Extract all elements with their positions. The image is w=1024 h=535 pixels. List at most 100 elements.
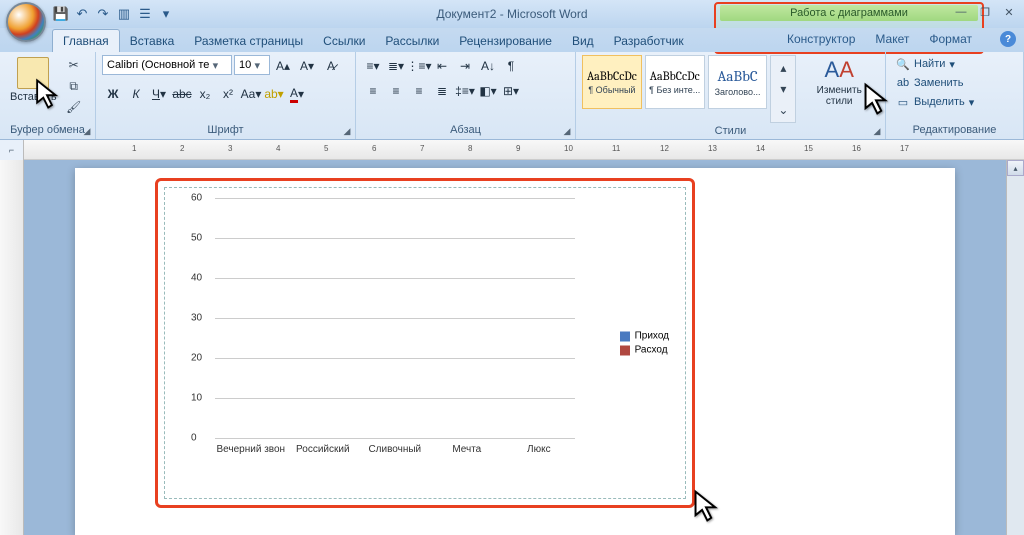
scroll-up-icon[interactable]: ▴	[1007, 160, 1024, 176]
font-name-combo[interactable]: Calibri (Основной те▾	[102, 55, 232, 75]
paste-label: Вставить	[10, 91, 57, 103]
restore-button[interactable]: ❐	[976, 4, 994, 20]
change-styles-button[interactable]: AA Изменить стили	[799, 55, 879, 109]
cursor-icon	[692, 489, 712, 515]
superscript-icon[interactable]: x²	[217, 83, 239, 105]
copy-icon[interactable]: ⧉	[64, 76, 84, 96]
dialog-launcher-icon[interactable]: ◢	[871, 125, 883, 137]
highlight-icon[interactable]: ab▾	[263, 83, 285, 105]
horizontal-ruler[interactable]: ⌐ 1234567891011121314151617	[0, 140, 1024, 160]
chevron-down-icon: ▾	[251, 59, 263, 72]
shrink-font-icon[interactable]: A▾	[296, 55, 318, 77]
style-nospacing[interactable]: AaBbCcDc ¶ Без инте...	[645, 55, 705, 109]
sort-icon[interactable]: A↓	[477, 55, 499, 77]
tab-view[interactable]: Вид	[562, 30, 604, 52]
bullets-icon[interactable]: ≡▾	[362, 55, 384, 77]
chart-object[interactable]: 0102030405060Вечерний звонРоссийскийСлив…	[164, 187, 686, 499]
multilevel-list-icon[interactable]: ⋮≡▾	[408, 55, 430, 77]
clear-formatting-icon[interactable]: A̷	[320, 55, 342, 77]
tab-review[interactable]: Рецензирование	[449, 30, 562, 52]
styles-row-down-icon[interactable]: ▾	[773, 79, 793, 99]
chart-selection-frame: 0102030405060Вечерний звонРоссийскийСлив…	[155, 178, 695, 508]
group-font: Calibri (Основной те▾ 10▾ A▴ A▾ A̷ Ж К Ч…	[96, 52, 356, 139]
styles-row-up-icon[interactable]: ▴	[773, 58, 793, 78]
vertical-ruler[interactable]	[0, 160, 24, 535]
tab-references[interactable]: Ссылки	[313, 30, 375, 52]
paste-button[interactable]: Вставить	[6, 55, 61, 105]
tab-developer[interactable]: Разработчик	[604, 30, 694, 52]
redo-icon[interactable]: ↷	[94, 5, 112, 23]
style-heading1[interactable]: AaBbC Заголово...	[708, 55, 768, 109]
page-viewport[interactable]: 0102030405060Вечерний звонРоссийскийСлив…	[24, 160, 1006, 535]
help-button[interactable]: ?	[1000, 31, 1016, 47]
paste-icon	[17, 57, 49, 89]
cut-icon[interactable]: ✂	[64, 55, 84, 75]
select-button[interactable]: ▭Выделить▾	[892, 93, 978, 111]
tab-pagelayout[interactable]: Разметка страницы	[184, 30, 313, 52]
qat-dropdown-icon[interactable]: ▾	[157, 5, 175, 23]
tab-chart-design[interactable]: Конструктор	[777, 28, 865, 50]
close-button[interactable]: ✕	[1000, 4, 1018, 20]
tab-chart-format[interactable]: Формат	[919, 28, 982, 50]
group-label: Шрифт	[102, 122, 349, 138]
underline-icon[interactable]: Ч▾	[148, 83, 170, 105]
borders-icon[interactable]: ⊞▾	[500, 80, 522, 102]
group-editing: 🔍Найти▾ abЗаменить ▭Выделить▾ Редактиров…	[886, 52, 1024, 139]
chart-legend[interactable]: Приход Расход	[620, 328, 669, 359]
strikethrough-icon[interactable]: abc	[171, 83, 193, 105]
tab-insert[interactable]: Вставка	[120, 30, 185, 52]
style-normal[interactable]: AaBbCcDc ¶ Обычный	[582, 55, 642, 109]
italic-icon[interactable]: К	[125, 83, 147, 105]
style-name: ¶ Без инте...	[649, 85, 700, 95]
qat-item[interactable]: ☰	[136, 5, 154, 23]
style-preview: AaBbCcDc	[650, 69, 700, 83]
styles-more-icon[interactable]: ⌄	[773, 100, 793, 120]
page: 0102030405060Вечерний звонРоссийскийСлив…	[75, 168, 955, 535]
legend-item[interactable]: Расход	[620, 345, 669, 356]
grow-font-icon[interactable]: A▴	[272, 55, 294, 77]
vertical-scrollbar[interactable]: ▴	[1006, 160, 1024, 535]
style-name: Заголово...	[715, 87, 761, 97]
change-case-icon[interactable]: Aa▾	[240, 83, 262, 105]
format-painter-icon[interactable]: 🖌	[64, 97, 84, 117]
font-name-value: Calibri (Основной те	[107, 59, 209, 71]
dialog-launcher-icon[interactable]: ◢	[561, 125, 573, 137]
x-axis-label: Люкс	[499, 444, 579, 455]
tab-home[interactable]: Главная	[52, 29, 120, 52]
increase-indent-icon[interactable]: ⇥	[454, 55, 476, 77]
office-button[interactable]	[6, 2, 46, 42]
group-styles: AaBbCcDc ¶ Обычный AaBbCcDc ¶ Без инте..…	[576, 52, 886, 139]
qat-item[interactable]: ▥	[115, 5, 133, 23]
x-axis-label: Сливочный	[355, 444, 435, 455]
undo-icon[interactable]: ↶	[73, 5, 91, 23]
align-center-icon[interactable]: ≡	[385, 80, 407, 102]
tab-chart-layout[interactable]: Макет	[865, 28, 919, 50]
style-name: ¶ Обычный	[588, 85, 635, 95]
tab-mailings[interactable]: Рассылки	[375, 30, 449, 52]
subscript-icon[interactable]: x₂	[194, 83, 216, 105]
justify-icon[interactable]: ≣	[431, 80, 453, 102]
numbering-icon[interactable]: ≣▾	[385, 55, 407, 77]
line-spacing-icon[interactable]: ‡≡▾	[454, 80, 476, 102]
font-color-icon[interactable]: A▾	[286, 83, 308, 105]
legend-label: Расход	[635, 345, 668, 356]
bold-icon[interactable]: Ж	[102, 83, 124, 105]
chart-plot-area[interactable]: 0102030405060Вечерний звонРоссийскийСлив…	[215, 198, 575, 438]
show-marks-icon[interactable]: ¶	[500, 55, 522, 77]
align-right-icon[interactable]: ≡	[408, 80, 430, 102]
dialog-launcher-icon[interactable]: ◢	[341, 125, 353, 137]
ribbon-tabs: Главная Вставка Разметка страницы Ссылки…	[0, 28, 1024, 52]
dialog-launcher-icon[interactable]: ◢	[81, 125, 93, 137]
legend-item[interactable]: Приход	[620, 331, 669, 342]
find-button[interactable]: 🔍Найти▾	[892, 55, 978, 73]
group-clipboard: Вставить ✂ ⧉ 🖌 Буфер обмена ◢	[0, 52, 96, 139]
align-left-icon[interactable]: ≡	[362, 80, 384, 102]
legend-swatch	[620, 331, 630, 341]
replace-button[interactable]: abЗаменить	[892, 74, 978, 92]
shading-icon[interactable]: ◧▾	[477, 80, 499, 102]
save-icon[interactable]: 💾	[52, 5, 70, 23]
decrease-indent-icon[interactable]: ⇤	[431, 55, 453, 77]
minimize-button[interactable]: —	[952, 4, 970, 20]
font-size-combo[interactable]: 10▾	[234, 55, 270, 75]
group-label: Буфер обмена	[6, 122, 89, 138]
